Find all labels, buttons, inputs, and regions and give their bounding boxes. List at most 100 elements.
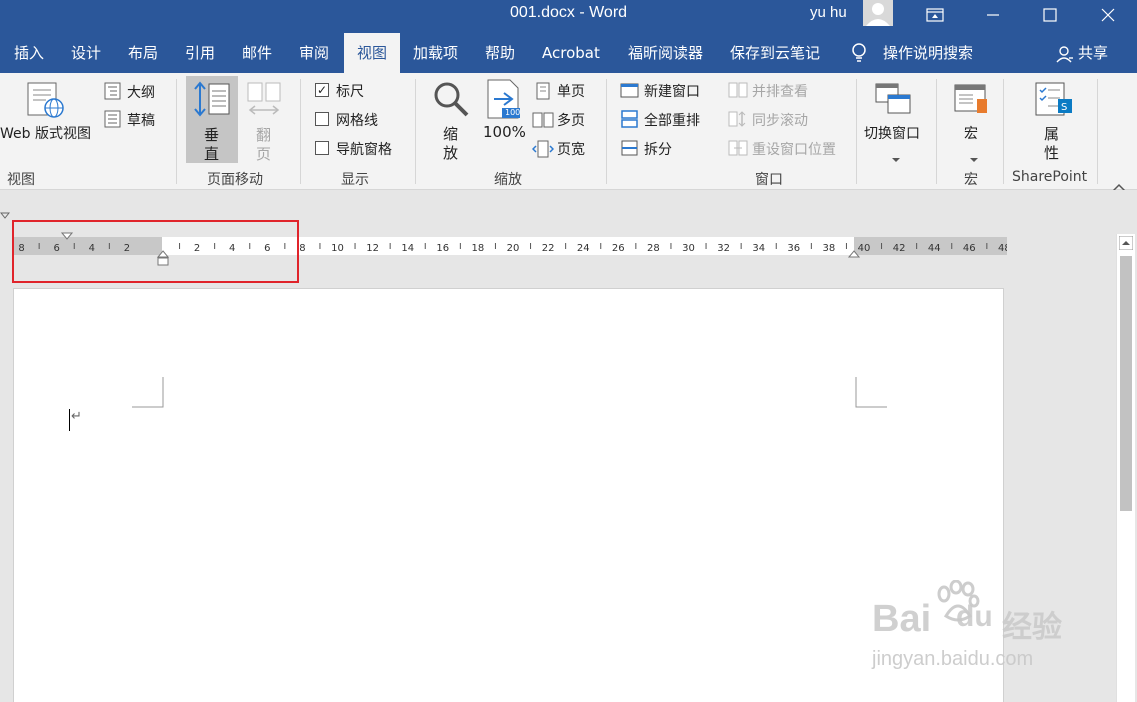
zoom-100-button[interactable]: 100% — [483, 123, 526, 141]
split-button[interactable]: 拆分 — [644, 139, 672, 159]
vertical-scrollbar[interactable] — [1116, 234, 1135, 702]
share-button[interactable]: 共享 — [1078, 33, 1108, 73]
ruler-label: 22 — [542, 243, 555, 254]
tab-design[interactable]: 设计 — [71, 33, 101, 73]
zoom-100-icon-text: 100 — [505, 108, 521, 117]
ruler-label: 46 — [963, 243, 976, 254]
tab-references[interactable]: 引用 — [185, 33, 215, 73]
tab-insert[interactable]: 插入 — [14, 33, 44, 73]
view-side-by-side-button: 并排查看 — [752, 84, 808, 100]
view-side-by-side-icon — [728, 81, 748, 103]
properties-icon[interactable]: S — [1034, 81, 1074, 123]
group-label-macros: 宏 — [964, 172, 978, 188]
zoom-label-1[interactable]: 缩 — [443, 123, 458, 144]
web-layout-icon[interactable] — [26, 81, 66, 123]
ruler-label: 8 — [299, 243, 305, 254]
document-page[interactable]: ↵ — [13, 288, 1004, 702]
ribbon-tab-bar: 插入 设计 布局 引用 邮件 审阅 视图 加载项 帮助 Acrobat 福昕阅读… — [0, 33, 1137, 73]
new-window-button[interactable]: 新建窗口 — [644, 81, 700, 101]
page-width-button[interactable]: 页宽 — [557, 139, 585, 159]
tab-review[interactable]: 审阅 — [299, 33, 329, 73]
user-name[interactable]: yu hu — [810, 4, 847, 21]
group-label-page-movement: 页面移动 — [207, 172, 263, 188]
ruler-checkbox[interactable]: ✓ — [315, 83, 329, 97]
tab-layout[interactable]: 布局 — [128, 33, 158, 73]
tab-mailings[interactable]: 邮件 — [242, 33, 272, 73]
group-separator — [1097, 79, 1098, 184]
magnifier-icon[interactable] — [432, 80, 470, 122]
switch-windows-icon[interactable] — [874, 82, 912, 120]
outline-button[interactable]: 大纲 — [127, 82, 155, 102]
title-bar: 001.docx - Word yu hu — [0, 0, 1137, 33]
draft-button[interactable]: 草稿 — [127, 110, 155, 130]
group-separator — [1003, 79, 1004, 184]
ruler-label: 38 — [823, 243, 836, 254]
tab-foxit-reader[interactable]: 福昕阅读器 — [628, 33, 703, 73]
ruler-label: 30 — [682, 243, 695, 254]
lightbulb-icon[interactable] — [851, 42, 867, 68]
outline-icon[interactable] — [104, 82, 122, 104]
sync-scroll-icon — [728, 110, 748, 132]
svg-text:S: S — [1061, 102, 1067, 113]
person-icon[interactable] — [1056, 45, 1074, 67]
arrange-all-icon[interactable] — [620, 110, 640, 132]
group-separator — [606, 79, 607, 184]
ruler-label: 10 — [331, 243, 344, 254]
reset-window-button: 重设窗口位置 — [752, 142, 836, 158]
watermark-brand-end: du — [956, 600, 993, 633]
page-width-icon[interactable] — [531, 140, 555, 162]
ruler-label: 16 — [436, 243, 449, 254]
arrange-all-button[interactable]: 全部重排 — [644, 110, 700, 130]
web-layout-button[interactable]: Web 版式视图 — [0, 123, 91, 143]
one-page-icon[interactable] — [535, 82, 551, 104]
right-indent-marker[interactable] — [848, 250, 860, 259]
tab-acrobat[interactable]: Acrobat — [542, 33, 600, 73]
properties-label-1[interactable]: 属 — [1044, 123, 1059, 144]
tell-me-search[interactable]: 操作说明搜索 — [883, 33, 973, 73]
ruler-highlight-box — [12, 220, 299, 283]
scroll-up-icon[interactable] — [1119, 236, 1133, 250]
paragraph-mark: ↵ — [71, 409, 82, 424]
tab-selector-icon[interactable] — [0, 205, 11, 224]
maximize-icon[interactable] — [1027, 0, 1073, 30]
baidu-watermark: Bai du 经验 jingyan.baidu.com — [872, 580, 1082, 680]
macros-button[interactable]: 宏 — [964, 123, 978, 143]
tab-view[interactable]: 视图 — [344, 33, 400, 73]
group-label-window: 窗口 — [755, 172, 783, 188]
group-separator — [176, 79, 177, 184]
side-to-side-label-2: 页 — [256, 145, 272, 163]
minimize-icon[interactable] — [970, 0, 1016, 30]
new-window-icon[interactable] — [620, 81, 640, 103]
vertical-button[interactable]: 垂 直 — [186, 76, 238, 163]
scroll-thumb[interactable] — [1120, 256, 1132, 511]
tab-save-to-cloud-notes[interactable]: 保存到云笔记 — [730, 33, 820, 73]
zoom-label-2[interactable]: 放 — [443, 142, 458, 163]
multiple-pages-icon[interactable] — [532, 111, 554, 133]
nav-pane-checkbox[interactable] — [315, 141, 329, 155]
ribbon-display-options-icon[interactable] — [912, 0, 958, 30]
ruler-label: 44 — [928, 243, 941, 254]
ruler-label: 42 — [893, 243, 906, 254]
switch-windows-button[interactable]: 切换窗口 — [864, 123, 920, 143]
draft-icon[interactable] — [104, 110, 122, 132]
close-icon[interactable] — [1085, 0, 1131, 30]
one-page-button[interactable]: 单页 — [557, 81, 585, 101]
avatar[interactable] — [863, 0, 893, 26]
tab-help[interactable]: 帮助 — [485, 33, 515, 73]
ruler-label: 标尺 — [336, 84, 364, 100]
reset-window-icon — [728, 139, 748, 161]
gridlines-checkbox[interactable] — [315, 112, 329, 126]
ruler-label: 24 — [577, 243, 590, 254]
chevron-down-icon[interactable] — [891, 148, 901, 167]
ribbon: Web 版式视图 大纲 草稿 视图 垂 直 翻 页 页面移动 ✓ 标尺 网格线 … — [0, 73, 1137, 192]
ruler-label: 36 — [787, 243, 800, 254]
split-icon[interactable] — [620, 139, 640, 161]
multiple-pages-button[interactable]: 多页 — [557, 110, 585, 130]
properties-label-2[interactable]: 性 — [1044, 142, 1059, 163]
macros-icon[interactable] — [953, 83, 991, 121]
ruler-label: 18 — [472, 243, 485, 254]
ruler-label: 14 — [401, 243, 414, 254]
tab-addins[interactable]: 加载项 — [413, 33, 458, 73]
chevron-down-icon[interactable] — [969, 148, 979, 167]
watermark-url: jingyan.baidu.com — [872, 648, 1034, 670]
